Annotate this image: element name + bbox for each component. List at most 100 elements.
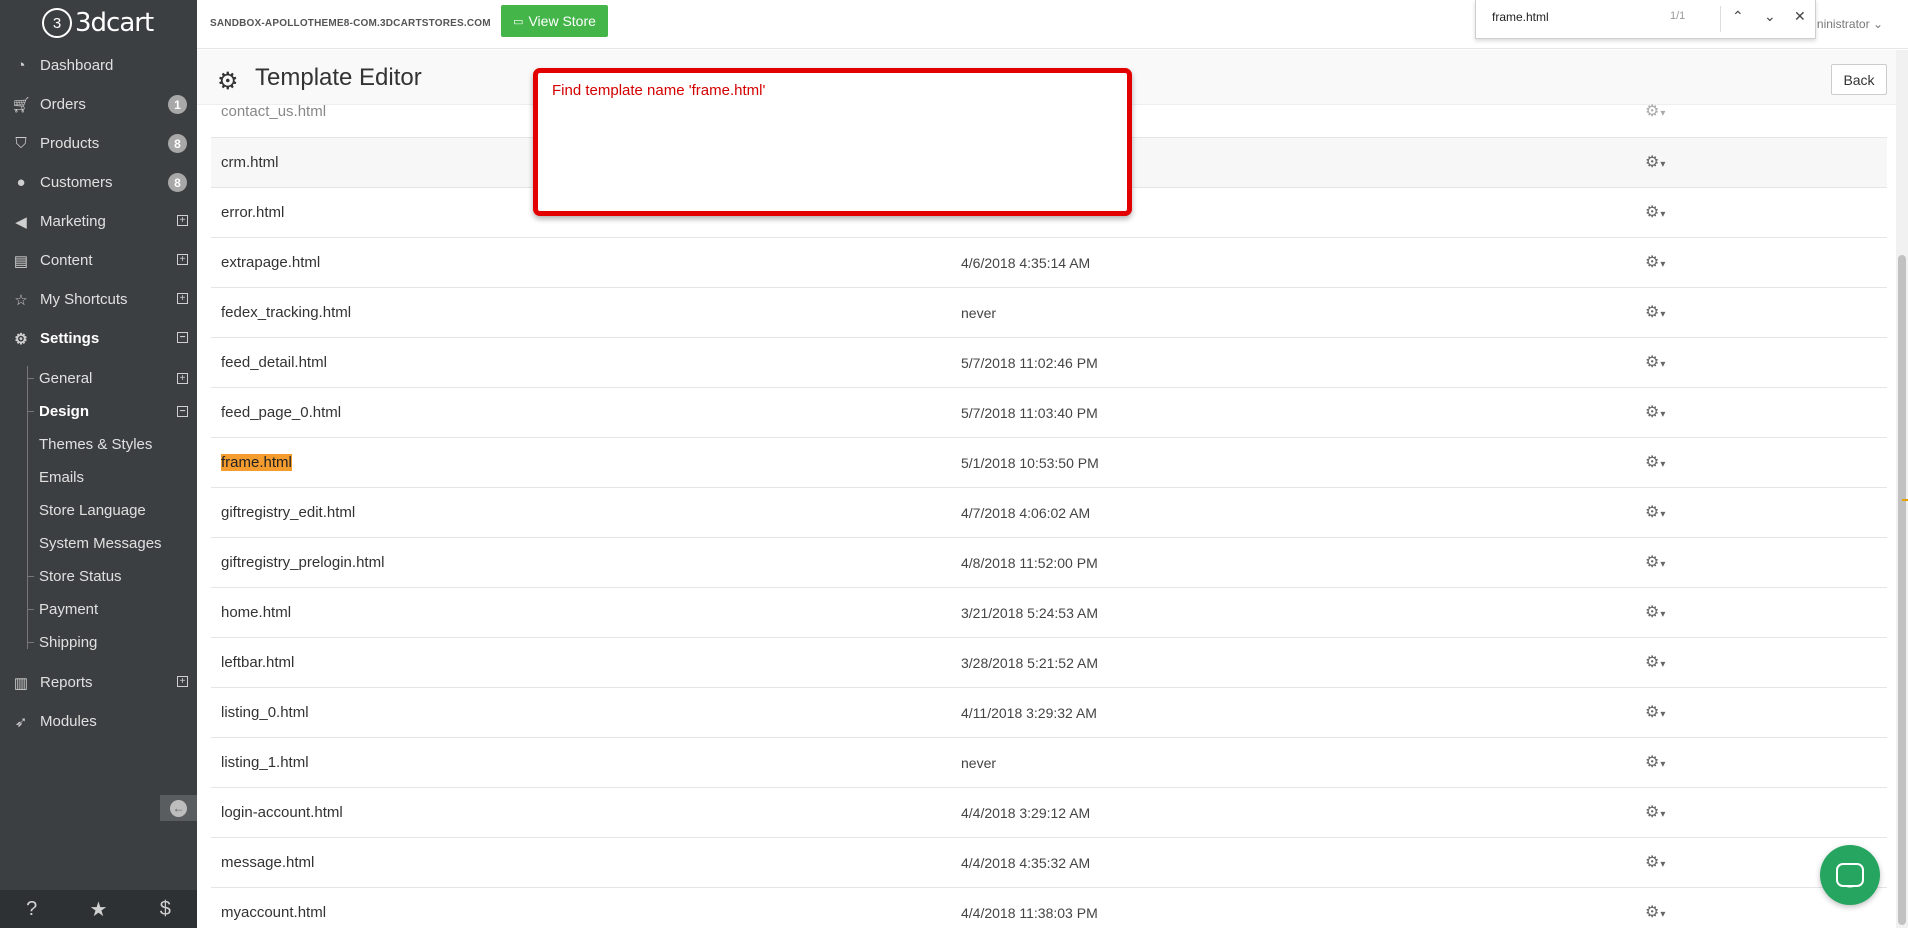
- sidebar-subitem-general[interactable]: General +: [0, 362, 197, 395]
- sidebar-item-modules[interactable]: ➶ Modules: [0, 702, 197, 741]
- table-row[interactable]: feed_detail.html 5/7/2018 11:02:46 PM ⚙▾: [211, 338, 1887, 388]
- row-actions-gear-icon[interactable]: ⚙▾: [1645, 502, 1665, 522]
- find-match-count: 1/1: [1670, 10, 1686, 22]
- row-actions-gear-icon[interactable]: ⚙▾: [1645, 302, 1665, 322]
- table-row[interactable]: fedex_tracking.html never ⚙▾: [211, 288, 1887, 338]
- template-name[interactable]: login-account.html: [221, 804, 343, 821]
- row-actions-gear-icon[interactable]: ⚙▾: [1645, 652, 1665, 672]
- template-name[interactable]: fedex_tracking.html: [221, 304, 351, 321]
- expand-icon[interactable]: +: [177, 676, 188, 687]
- scrollbar-thumb[interactable]: [1898, 255, 1906, 925]
- row-actions-gear-icon[interactable]: ⚙▾: [1645, 352, 1665, 372]
- template-name[interactable]: feed_page_0.html: [221, 404, 341, 421]
- sidebar-item-label: Settings: [40, 330, 100, 347]
- template-name[interactable]: listing_1.html: [221, 754, 309, 771]
- view-store-button[interactable]: ▭ View Store: [501, 5, 608, 37]
- template-name[interactable]: home.html: [221, 604, 291, 621]
- sidebar-subitem-system-messages[interactable]: System Messages: [0, 527, 197, 560]
- expand-icon[interactable]: +: [177, 215, 188, 226]
- table-row[interactable]: home.html 3/21/2018 5:24:53 AM ⚙▾: [211, 588, 1887, 638]
- sidebar-item-label: Marketing: [40, 213, 106, 230]
- sidebar-subitem-store-status[interactable]: Store Status: [0, 560, 197, 593]
- sidebar-item-label: Orders: [40, 96, 86, 113]
- help-icon[interactable]: ?: [26, 898, 37, 921]
- admin-user-menu[interactable]: ninistrator ⌄: [1817, 17, 1883, 31]
- template-name[interactable]: giftregistry_edit.html: [221, 504, 355, 521]
- sidebar-subitem-emails[interactable]: Emails: [0, 461, 197, 494]
- table-row[interactable]: myaccount.html 4/4/2018 11:38:03 PM ⚙▾: [211, 888, 1887, 928]
- table-row[interactable]: extrapage.html 4/6/2018 4:35:14 AM ⚙▾: [211, 238, 1887, 288]
- page-scrollbar[interactable]: [1896, 50, 1908, 928]
- table-row[interactable]: leftbar.html 3/28/2018 5:21:52 AM ⚙▾: [211, 638, 1887, 688]
- sidebar-item-dashboard[interactable]: ◔ Dashboard: [0, 46, 197, 85]
- row-actions-gear-icon[interactable]: ⚙▾: [1645, 902, 1665, 922]
- sidebar-item-settings[interactable]: ⚙ Settings −: [0, 319, 197, 358]
- sidebar-item-reports[interactable]: ▥ Reports +: [0, 663, 197, 702]
- row-actions-gear-icon[interactable]: ⚙▾: [1645, 702, 1665, 722]
- template-name[interactable]: extrapage.html: [221, 254, 320, 271]
- store-url: SANDBOX-APOLLOTHEME8-COM.3DCARTSTORES.CO…: [210, 18, 491, 29]
- sidebar-item-marketing[interactable]: ◀ Marketing +: [0, 202, 197, 241]
- sidebar-subitem-label: Store Status: [39, 568, 122, 585]
- sidebar-subitem-store-language[interactable]: Store Language: [0, 494, 197, 527]
- sidebar-item-my-shortcuts[interactable]: ☆ My Shortcuts +: [0, 280, 197, 319]
- row-actions-gear-icon[interactable]: ⚙▾: [1645, 402, 1665, 422]
- template-name[interactable]: listing_0.html: [221, 704, 309, 721]
- row-actions-gear-icon[interactable]: ⚙▾: [1645, 852, 1665, 872]
- row-actions-gear-icon[interactable]: ⚙▾: [1645, 602, 1665, 622]
- chevron-down-icon[interactable]: ⌄: [1764, 8, 1776, 25]
- expand-icon[interactable]: +: [177, 373, 188, 384]
- table-row[interactable]: listing_0.html 4/11/2018 3:29:32 AM ⚙▾: [211, 688, 1887, 738]
- chevron-up-icon[interactable]: ⌃: [1732, 8, 1744, 25]
- row-actions-gear-icon[interactable]: ⚙▾: [1645, 752, 1665, 772]
- table-row[interactable]: login-account.html 4/4/2018 3:29:12 AM ⚙▾: [211, 788, 1887, 838]
- table-row[interactable]: frame.html 5/1/2018 10:53:50 PM ⚙▾: [211, 438, 1887, 488]
- template-name[interactable]: crm.html: [221, 154, 279, 171]
- table-row[interactable]: feed_page_0.html 5/7/2018 11:03:40 PM ⚙▾: [211, 388, 1887, 438]
- template-modified-date: 4/4/2018 3:29:12 AM: [961, 805, 1091, 821]
- collapse-icon[interactable]: −: [177, 406, 188, 417]
- table-row[interactable]: message.html 4/4/2018 4:35:32 AM ⚙▾: [211, 838, 1887, 888]
- sidebar-subitem-themes-styles[interactable]: Themes & Styles: [0, 428, 197, 461]
- template-name[interactable]: feed_detail.html: [221, 354, 327, 371]
- sidebar-subitem-payment[interactable]: Payment: [0, 593, 197, 626]
- sidebar-item-orders[interactable]: 🛒︎ Orders 1: [0, 85, 197, 124]
- back-button[interactable]: Back: [1831, 64, 1887, 95]
- sidebar-subitem-label: Emails: [39, 469, 85, 486]
- expand-icon[interactable]: +: [177, 254, 188, 265]
- logo[interactable]: 3 3dcart: [0, 0, 197, 46]
- favorites-star-icon[interactable]: ★: [90, 897, 108, 922]
- sidebar-footer: ? ★ $: [0, 890, 197, 928]
- expand-icon[interactable]: +: [177, 293, 188, 304]
- find-input[interactable]: frame.html: [1492, 10, 1549, 24]
- template-modified-date: never: [961, 305, 997, 321]
- template-name[interactable]: frame.html: [221, 454, 292, 471]
- sidebar-subitem-shipping[interactable]: Shipping: [0, 626, 197, 659]
- close-icon[interactable]: ✕: [1794, 8, 1806, 25]
- row-actions-gear-icon[interactable]: ⚙▾: [1645, 552, 1665, 572]
- row-actions-gear-icon[interactable]: ⚙▾: [1645, 202, 1665, 222]
- sidebar-subitem-label: Payment: [39, 601, 99, 618]
- table-row[interactable]: giftregistry_prelogin.html 4/8/2018 11:52…: [211, 538, 1887, 588]
- template-name[interactable]: contact_us.html: [221, 103, 326, 120]
- template-name[interactable]: giftregistry_prelogin.html: [221, 554, 384, 571]
- collapse-sidebar-button[interactable]: ←: [160, 795, 197, 821]
- table-row[interactable]: listing_1.html never ⚙▾: [211, 738, 1887, 788]
- billing-dollar-icon[interactable]: $: [160, 898, 171, 921]
- table-row[interactable]: giftregistry_edit.html 4/7/2018 4:06:02 A…: [211, 488, 1887, 538]
- row-actions-gear-icon[interactable]: ⚙▾: [1645, 152, 1665, 172]
- sidebar-item-products[interactable]: ⛉ Products 8: [0, 124, 197, 163]
- sidebar-subitem-design[interactable]: Design −: [0, 395, 197, 428]
- sidebar-item-content[interactable]: ▤ Content +: [0, 241, 197, 280]
- row-actions-gear-icon[interactable]: ⚙▾: [1645, 802, 1665, 822]
- chat-button[interactable]: ‿: [1820, 845, 1880, 905]
- collapse-icon[interactable]: −: [177, 332, 188, 343]
- template-name[interactable]: message.html: [221, 854, 314, 871]
- row-actions-gear-icon[interactable]: ⚙▾: [1645, 101, 1665, 121]
- template-name[interactable]: myaccount.html: [221, 904, 326, 921]
- row-actions-gear-icon[interactable]: ⚙▾: [1645, 252, 1665, 272]
- sidebar-item-customers[interactable]: ● Customers 8: [0, 163, 197, 202]
- row-actions-gear-icon[interactable]: ⚙▾: [1645, 452, 1665, 472]
- template-name[interactable]: leftbar.html: [221, 654, 294, 671]
- template-name[interactable]: error.html: [221, 204, 284, 221]
